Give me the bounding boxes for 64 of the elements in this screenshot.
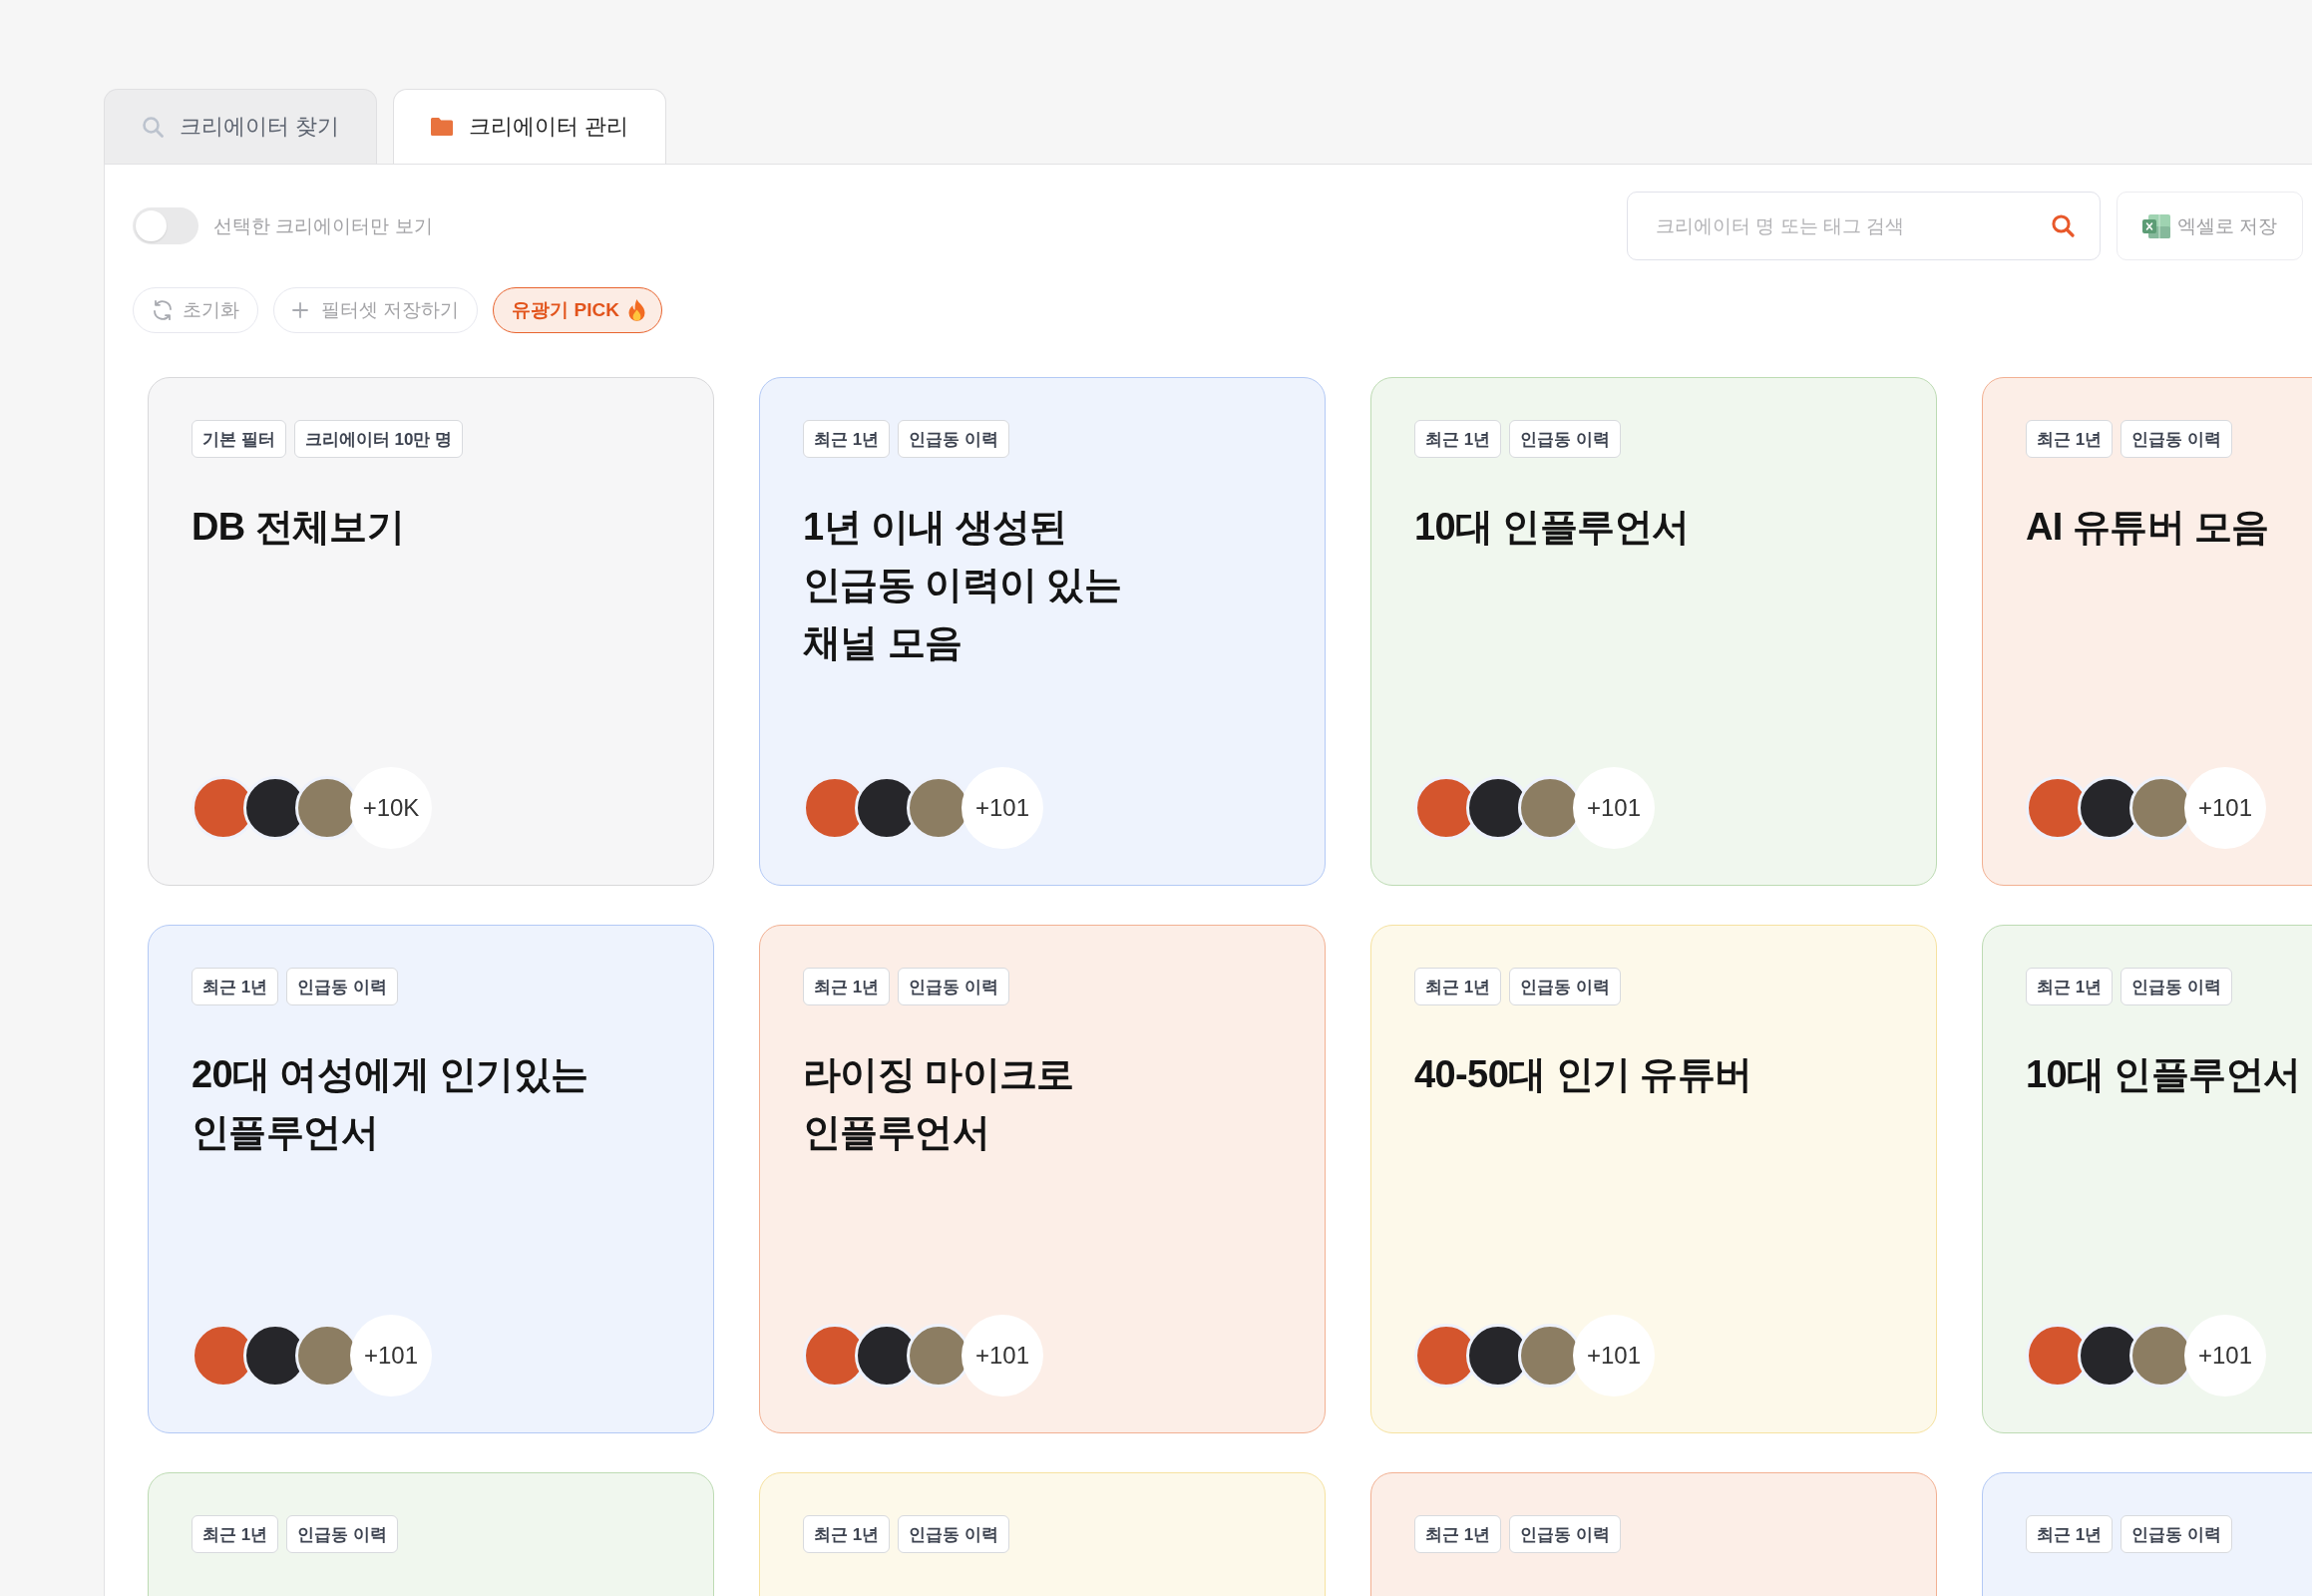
toggle-label: 선택한 크리에이터만 보기 <box>213 213 433 238</box>
plus-icon <box>292 302 308 318</box>
card-tag: 최근 1년 <box>803 968 891 1005</box>
flame-icon <box>627 299 645 321</box>
card-tag: 최근 1년 <box>1414 968 1502 1005</box>
collection-card[interactable]: 최근 1년 인급동 이력 <box>148 1472 714 1596</box>
card-tag: 최근 1년 <box>803 420 891 458</box>
search-icon[interactable] <box>2051 213 2075 237</box>
collection-card[interactable]: 최근 1년 인급동 이력 AI 유튜버 모음 +101 <box>1982 377 2312 886</box>
card-tag: 인급동 이력 <box>2120 968 2232 1005</box>
card-tag: 인급동 이력 <box>898 420 1009 458</box>
card-title: 40-50대 인기 유튜버 <box>1414 1052 1753 1097</box>
card-title: 1년 이내 생성된 인급동 이력이 있는 채널 모음 <box>803 505 1123 665</box>
refresh-icon <box>152 299 174 321</box>
card-tag: 인급동 이력 <box>898 1515 1009 1553</box>
creator-count: +10K <box>350 767 432 849</box>
card-tag: 최근 1년 <box>192 968 279 1005</box>
card-title: 10대 인플루언서 <box>2026 1052 2302 1097</box>
spreadsheet-icon <box>2141 213 2170 238</box>
collection-card[interactable]: 최근 1년 인급동 이력 라이징 마이크로 인플루언서 +101 <box>759 925 1326 1433</box>
card-tag: 인급동 이력 <box>286 968 398 1005</box>
collection-card[interactable]: 기본 필터 크리에이터 10만 명 DB 전체보기 +10K <box>148 377 714 886</box>
tab[interactable]: 크리에이터 관리 <box>393 89 666 164</box>
card-title: 20대 여성에게 인기있는 인플루언서 <box>192 1052 589 1155</box>
card-tag: 최근 1년 <box>1414 1515 1502 1553</box>
card-tag: 크리에이터 10만 명 <box>293 420 464 458</box>
card-tag: 최근 1년 <box>2026 968 2114 1005</box>
creator-count: +101 <box>2184 1315 2266 1396</box>
card-tag: 인급동 이력 <box>2120 1515 2232 1553</box>
collection-card[interactable]: 최근 1년 인급동 이력 <box>1982 1472 2312 1596</box>
card-tag: 최근 1년 <box>2026 420 2114 458</box>
card-tag: 최근 1년 <box>1414 420 1502 458</box>
creator-count: +101 <box>350 1315 432 1396</box>
card-tag: 인급동 이력 <box>1509 420 1621 458</box>
card-tag: 인급동 이력 <box>1509 968 1621 1005</box>
creator-count: +101 <box>2184 767 2266 849</box>
search-field[interactable]: 크리에이터 명 또는 태그 검색 <box>1627 192 2101 260</box>
card-tag: 인급동 이력 <box>286 1515 398 1553</box>
card-tag: 최근 1년 <box>2026 1515 2114 1553</box>
collection-card[interactable]: 최근 1년 인급동 이력 1년 이내 생성된 인급동 이력이 있는 채널 모음 +101 <box>759 377 1326 886</box>
card-tag: 인급동 이력 <box>2120 420 2232 458</box>
search-icon <box>141 116 164 138</box>
collection-card[interactable]: 최근 1년 인급동 이력 <box>1370 1472 1937 1596</box>
creator-count: +101 <box>962 767 1043 849</box>
collection-card[interactable]: 최근 1년 인급동 이력 <box>759 1472 1326 1596</box>
card-tag: 인급동 이력 <box>898 968 1009 1005</box>
folder-icon <box>430 118 453 136</box>
collection-card[interactable]: 최근 1년 인급동 이력 10대 인플루언서 +101 <box>1982 925 2312 1433</box>
creator-count: +101 <box>1573 1315 1655 1396</box>
card-tag: 인급동 이력 <box>1509 1515 1621 1553</box>
toggle-switch[interactable] <box>133 207 198 244</box>
creator-count: +101 <box>962 1315 1043 1396</box>
collection-card[interactable]: 최근 1년 인급동 이력 40-50대 인기 유튜버 +101 <box>1370 925 1937 1433</box>
creator-count: +101 <box>1573 767 1655 849</box>
collection-card[interactable]: 최근 1년 인급동 이력 10대 인플루언서 +101 <box>1370 377 1937 886</box>
card-title: 라이징 마이크로 인플루언서 <box>803 1052 1075 1155</box>
card-title: AI 유튜버 모음 <box>2026 505 2270 550</box>
collection-card[interactable]: 최근 1년 인급동 이력 20대 여성에게 인기있는 인플루언서 +101 <box>148 925 714 1433</box>
card-title: 10대 인플루언서 <box>1414 505 1691 550</box>
card-tag: 기본 필터 <box>192 420 286 458</box>
card-title: DB 전체보기 <box>192 505 406 550</box>
card-tag: 최근 1년 <box>803 1515 891 1553</box>
card-tag: 최근 1년 <box>192 1515 279 1553</box>
tab[interactable]: 크리에이터 찾기 <box>104 89 377 164</box>
